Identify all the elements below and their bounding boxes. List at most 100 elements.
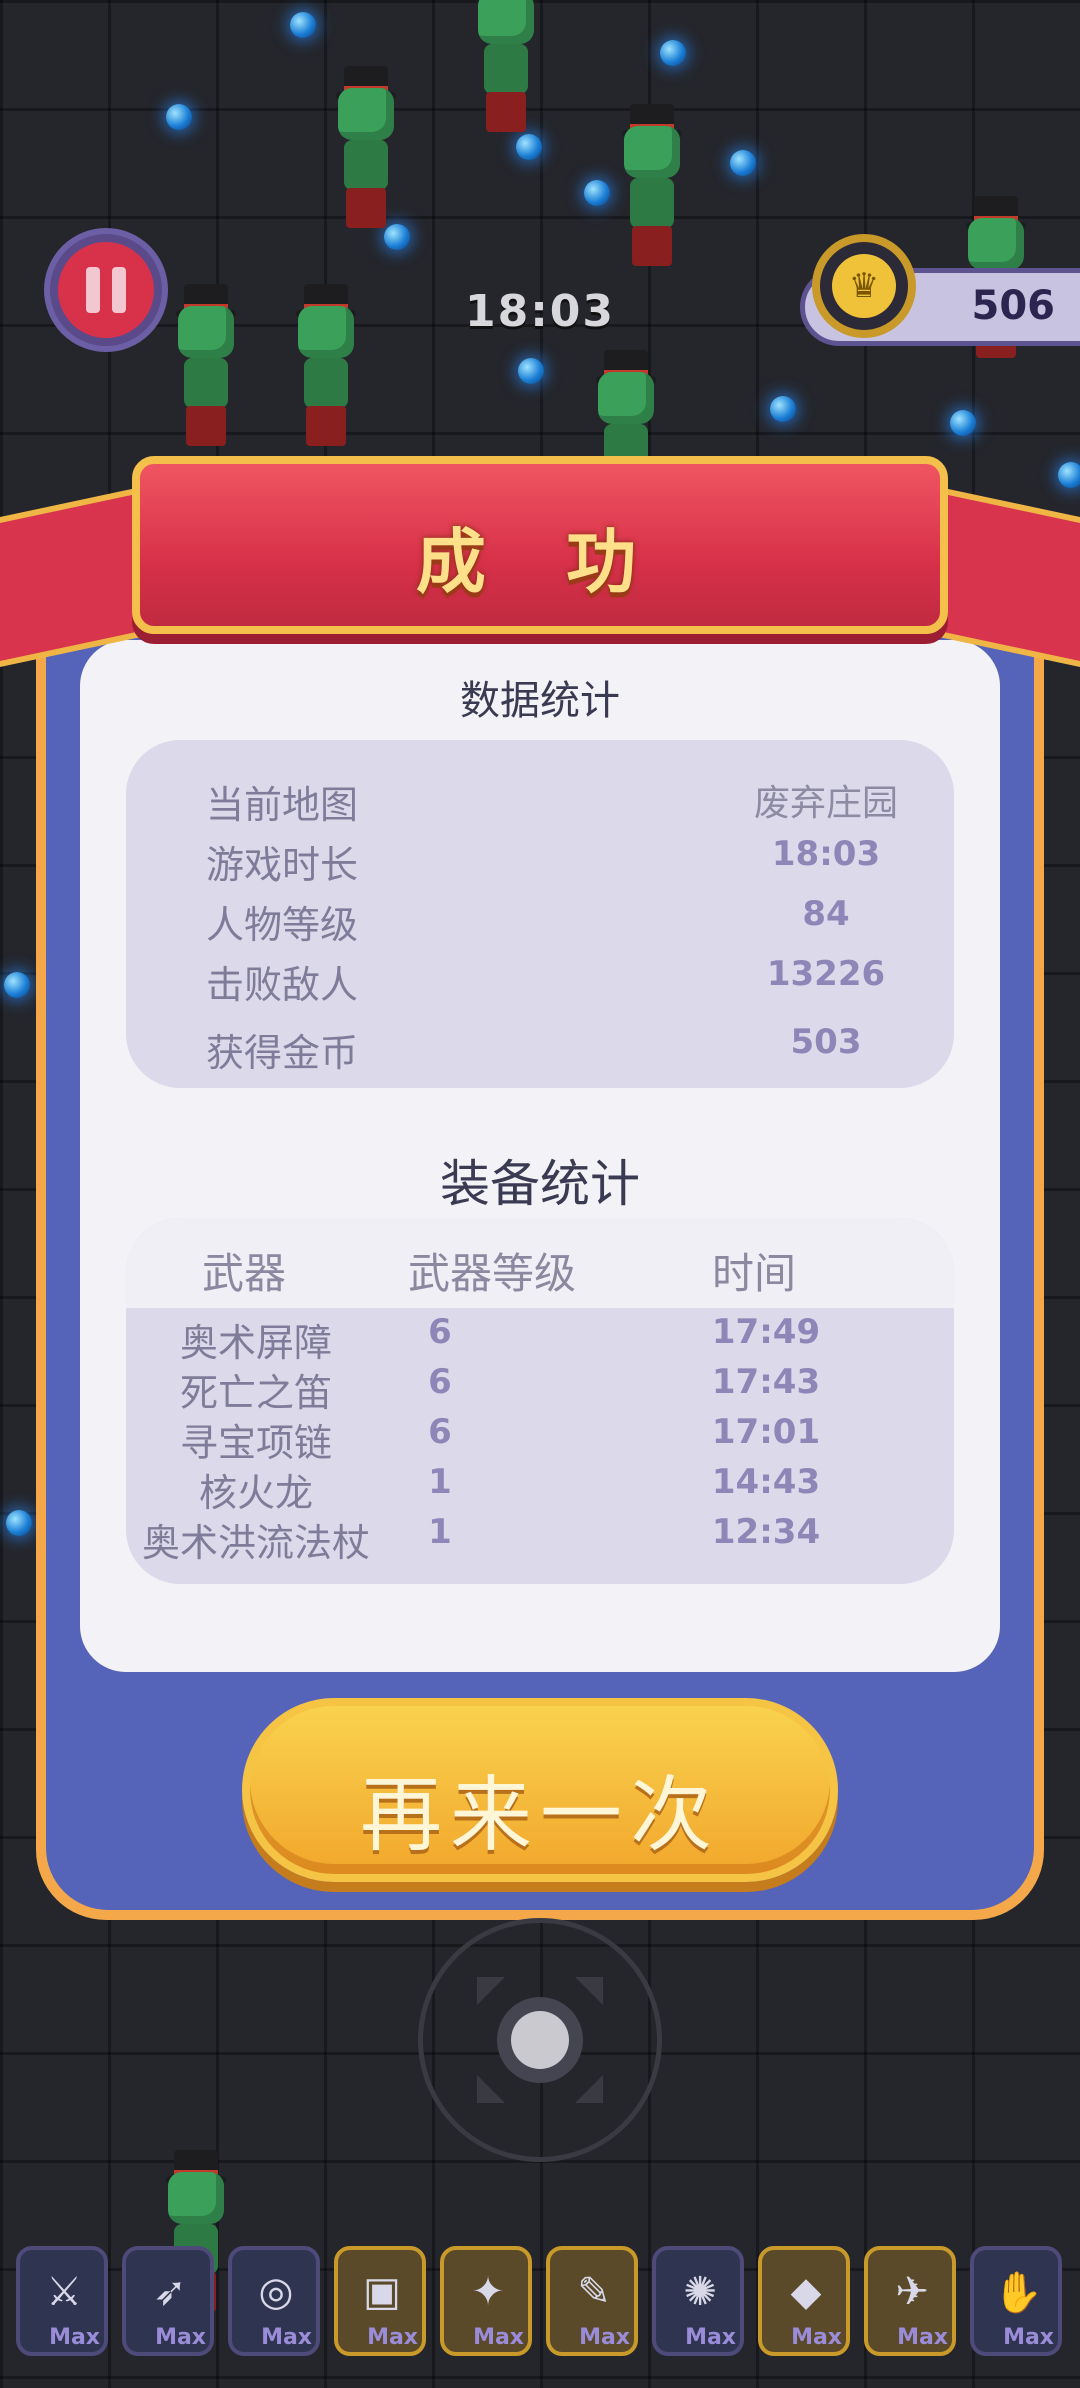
col-weapon-level: 武器等级 bbox=[408, 1249, 577, 1298]
inventory-slot[interactable]: ✈ Max bbox=[864, 2246, 956, 2356]
equip-section-title: 装备统计 bbox=[440, 1155, 640, 1213]
stat-row: 获得金币 503 bbox=[126, 1022, 954, 1078]
max-label: Max bbox=[685, 2325, 736, 2350]
stat-value: 13226 bbox=[766, 954, 886, 994]
stat-row: 游戏时长 18:03 bbox=[126, 834, 954, 890]
coin-count: 506 bbox=[971, 283, 1056, 329]
crown-coin-icon: ♛ bbox=[812, 234, 916, 338]
stat-value: 503 bbox=[790, 1022, 862, 1062]
stat-row: 人物等级 84 bbox=[126, 894, 954, 950]
joystick-knob[interactable] bbox=[497, 1997, 583, 2083]
stat-label: 游戏时长 bbox=[206, 843, 359, 887]
stat-value: 84 bbox=[802, 894, 850, 934]
stats-table: 当前地图 废弃庄园 游戏时长 18:03 人物等级 84 击败敌人 13226 … bbox=[126, 740, 954, 1088]
weapon-level: 1 bbox=[428, 1462, 452, 1502]
equipment-table: 武器 武器等级 时间 奥术屏障 6 17:49 死亡之笛 6 17:43 寻宝项… bbox=[126, 1218, 954, 1584]
equipment-row: 核火龙 1 14:43 bbox=[126, 1462, 954, 1515]
virtual-joystick[interactable] bbox=[418, 1918, 662, 2162]
title-ribbon: 成 功 bbox=[132, 456, 948, 634]
joystick-arrow-icon bbox=[477, 1977, 505, 2005]
equipment-row: 死亡之笛 6 17:43 bbox=[126, 1362, 954, 1415]
weapon-name: 死亡之笛 bbox=[179, 1371, 332, 1415]
xp-orb bbox=[730, 150, 756, 176]
zombie-enemy bbox=[460, 0, 550, 140]
xp-orb bbox=[770, 396, 796, 422]
stat-label: 获得金币 bbox=[206, 1031, 359, 1075]
stats-section-title: 数据统计 bbox=[460, 678, 620, 724]
equipment-table-header: 武器 武器等级 时间 bbox=[126, 1218, 954, 1308]
joystick-arrow-icon bbox=[477, 2075, 505, 2103]
zombie-enemy bbox=[280, 284, 370, 454]
col-weapon: 武器 bbox=[202, 1249, 287, 1298]
weapon-name: 奥术洪流法杖 bbox=[141, 1521, 370, 1565]
equipment-row: 奥术洪流法杖 1 12:34 bbox=[126, 1512, 954, 1565]
inventory-slot[interactable]: ◎ Max bbox=[228, 2246, 320, 2356]
wand-icon: ✦ bbox=[471, 2269, 505, 2315]
inventory-slot[interactable]: ✋ Max bbox=[970, 2246, 1062, 2356]
weapon-time: 17:43 bbox=[711, 1362, 821, 1402]
max-label: Max bbox=[49, 2325, 100, 2350]
max-label: Max bbox=[791, 2325, 842, 2350]
inventory-slot[interactable]: ▣ Max bbox=[334, 2246, 426, 2356]
equipment-row: 奥术屏障 6 17:49 bbox=[126, 1312, 954, 1365]
inventory-slot[interactable]: ⚔ Max bbox=[16, 2246, 108, 2356]
stat-label: 当前地图 bbox=[206, 783, 359, 827]
inventory-slot[interactable]: ◆ Max bbox=[758, 2246, 850, 2356]
max-label: Max bbox=[367, 2325, 418, 2350]
joystick-arrow-icon bbox=[575, 2075, 603, 2103]
boot-icon: ◆ bbox=[790, 2269, 822, 2315]
max-label: Max bbox=[473, 2325, 524, 2350]
xp-orb bbox=[290, 12, 316, 38]
xp-orb bbox=[518, 358, 544, 384]
max-label: Max bbox=[261, 2325, 312, 2350]
chest-icon: ▣ bbox=[363, 2269, 401, 2315]
spider-icon: ✺ bbox=[683, 2269, 717, 2315]
flute-icon: ➶ bbox=[153, 2269, 187, 2315]
col-time: 时间 bbox=[712, 1249, 797, 1298]
max-label: Max bbox=[897, 2325, 948, 2350]
xp-orb bbox=[4, 972, 30, 998]
weapon-time: 14:43 bbox=[711, 1462, 821, 1502]
weapon-name: 寻宝项链 bbox=[179, 1421, 332, 1465]
stat-row: 当前地图 废弃庄园 bbox=[126, 774, 954, 830]
weapon-name: 核火龙 bbox=[198, 1471, 313, 1515]
necklace-icon: ◎ bbox=[258, 2269, 294, 2315]
weapon-name: 奥术屏障 bbox=[179, 1321, 332, 1365]
stat-value: 废弃庄园 bbox=[753, 783, 898, 824]
result-title: 成 功 bbox=[415, 521, 665, 603]
zombie-enemy bbox=[160, 284, 250, 454]
max-label: Max bbox=[1003, 2325, 1054, 2350]
equipment-row: 寻宝项链 6 17:01 bbox=[126, 1412, 954, 1465]
weapon-time: 12:34 bbox=[711, 1512, 821, 1552]
xp-orb bbox=[1058, 462, 1080, 488]
stat-label: 人物等级 bbox=[206, 903, 359, 947]
max-label: Max bbox=[579, 2325, 630, 2350]
xp-orb bbox=[166, 104, 192, 130]
play-again-button[interactable]: 再来一次 bbox=[242, 1698, 838, 1882]
zombie-enemy bbox=[606, 104, 696, 274]
gauntlet-icon: ✋ bbox=[993, 2269, 1043, 2316]
weapon-level: 1 bbox=[428, 1512, 452, 1552]
stat-label: 击败敌人 bbox=[206, 963, 359, 1007]
pause-button[interactable] bbox=[44, 228, 168, 352]
play-again-label: 再来一次 bbox=[359, 1768, 720, 1863]
axe-icon: ⚔ bbox=[46, 2269, 82, 2315]
game-timer: 18:03 bbox=[464, 286, 616, 337]
inventory-slot[interactable]: ✺ Max bbox=[652, 2246, 744, 2356]
weapon-time: 17:01 bbox=[711, 1412, 821, 1452]
stat-row: 击败敌人 13226 bbox=[126, 954, 954, 1010]
xp-orb bbox=[6, 1510, 32, 1536]
inventory-slot[interactable]: ➶ Max bbox=[122, 2246, 214, 2356]
inventory-slot[interactable]: ✦ Max bbox=[440, 2246, 532, 2356]
weapon-level: 6 bbox=[428, 1412, 452, 1452]
pause-icon bbox=[58, 242, 154, 338]
weapon-level: 6 bbox=[428, 1312, 452, 1352]
xp-orb bbox=[950, 410, 976, 436]
bird-icon: ✈ bbox=[895, 2269, 929, 2315]
inventory-slot[interactable]: ✎ Max bbox=[546, 2246, 638, 2356]
weapon-time: 17:49 bbox=[711, 1312, 821, 1352]
joystick-arrow-icon bbox=[575, 1977, 603, 2005]
scroll-icon: ✎ bbox=[577, 2269, 611, 2315]
xp-orb bbox=[660, 40, 686, 66]
weapon-level: 6 bbox=[428, 1362, 452, 1402]
